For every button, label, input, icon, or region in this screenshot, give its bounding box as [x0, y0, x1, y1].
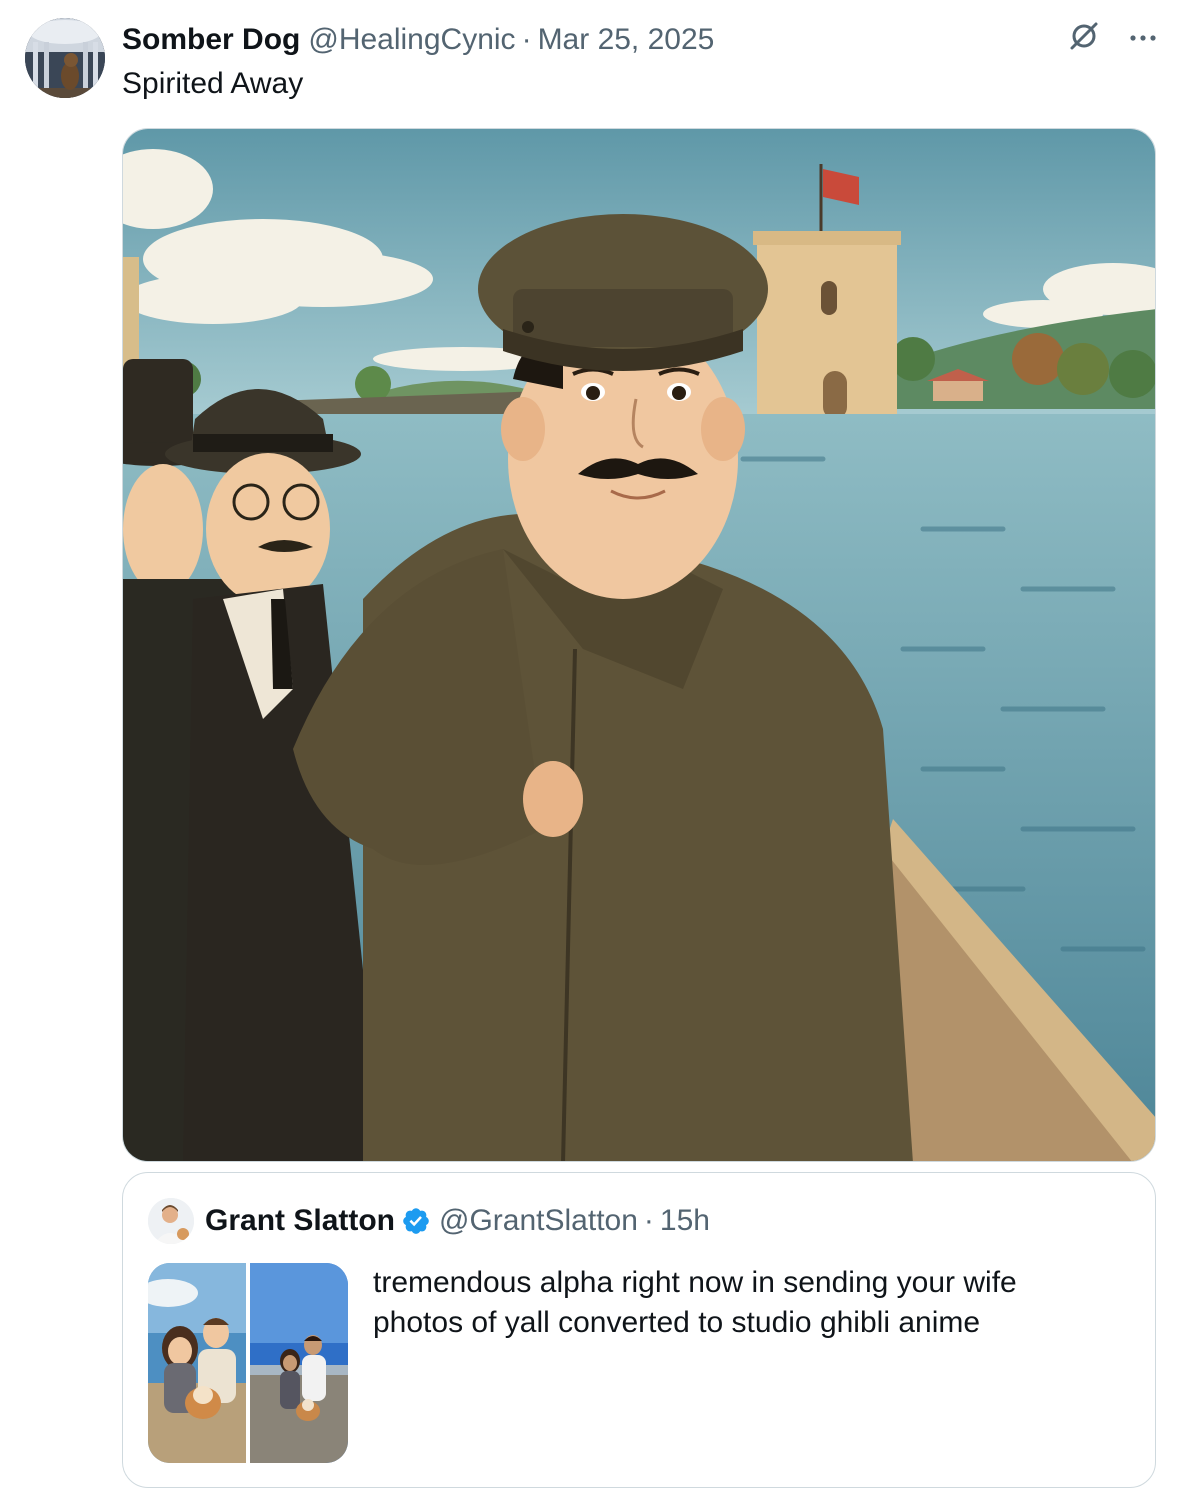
quoted-author-display-name[interactable]: Grant Slatton [205, 1204, 395, 1238]
tweet[interactable]: Somber Dog @HealingCynic · Mar 25, 2025 … [0, 0, 1178, 1500]
post-media-image[interactable] [122, 128, 1156, 1162]
separator-dot: · [521, 23, 532, 56]
grok-icon[interactable] [1066, 18, 1102, 54]
author-display-name[interactable]: Somber Dog [122, 23, 300, 57]
quoted-author-handle[interactable]: @GrantSlatton [439, 1204, 638, 1238]
post-header: Somber Dog @HealingCynic · Mar 25, 2025 [122, 20, 714, 60]
quoted-post-time[interactable]: 15h [660, 1204, 710, 1238]
quoted-post[interactable]: Grant Slatton @GrantSlatton · 15h tremen… [122, 1172, 1156, 1488]
author-handle[interactable]: @HealingCynic [308, 23, 515, 57]
quoted-post-text: tremendous alpha right now in sending yo… [373, 1266, 1017, 1339]
quoted-post-header: Grant Slatton @GrantSlatton · 15h [205, 1201, 710, 1241]
quoted-author-avatar[interactable] [148, 1198, 194, 1244]
separator-dot: · [643, 1204, 654, 1237]
post-actions-top [1066, 18, 1158, 54]
post-date[interactable]: Mar 25, 2025 [538, 23, 715, 57]
author-avatar[interactable] [25, 18, 105, 98]
more-options-icon[interactable] [1128, 18, 1158, 54]
verified-badge-icon [401, 1206, 431, 1236]
quoted-post-media-thumbnail[interactable] [148, 1263, 348, 1463]
post-text: Spirited Away [122, 67, 304, 100]
